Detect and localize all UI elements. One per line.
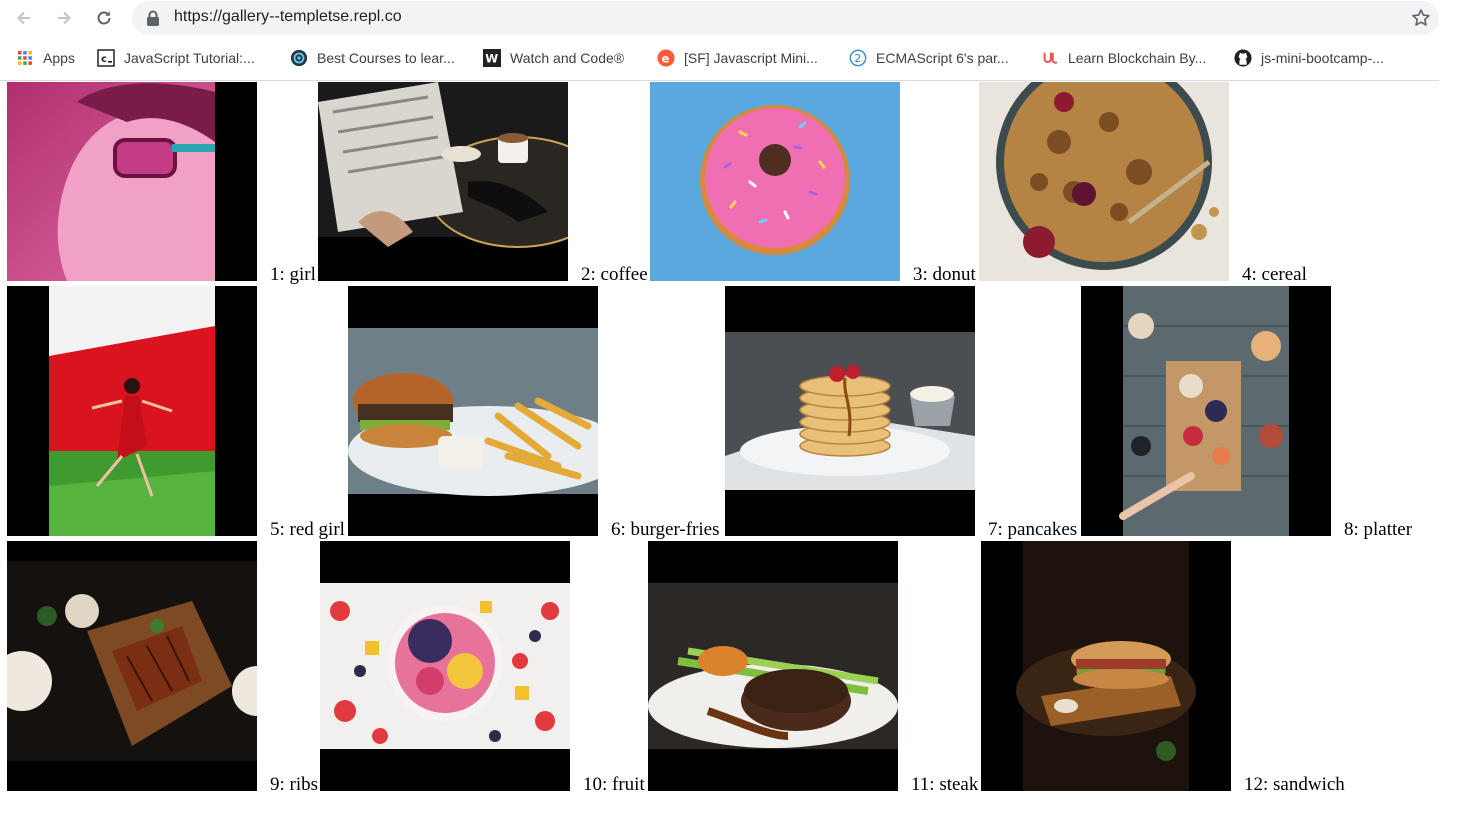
bookmark-label: [SF] Javascript Mini... bbox=[684, 50, 818, 66]
bookmarks-bar: Apps c JavaScript Tutorial:... Best Cour… bbox=[0, 44, 1440, 72]
bookmark-js-mini-bootcamp[interactable]: js-mini-bootcamp-... bbox=[1234, 44, 1384, 72]
image-gallery: 1: girl 2: coffee 3: donut 4: cereal 5: … bbox=[0, 82, 1464, 812]
reload-icon bbox=[97, 11, 111, 25]
gallery-caption: 4: cereal bbox=[1242, 264, 1307, 285]
bookmark-watch-and-code[interactable]: W Watch and Code® bbox=[483, 44, 624, 72]
svg-text:e: e bbox=[662, 52, 670, 66]
toolbar-divider bbox=[0, 80, 1439, 81]
url-text: https://gallery--templetse.repl.co bbox=[174, 8, 402, 25]
gallery-image-sandwich[interactable] bbox=[981, 541, 1231, 791]
gallery-caption: 1: girl bbox=[270, 264, 316, 285]
gallery-caption: 9: ribs bbox=[270, 774, 319, 795]
gallery-image-steak[interactable] bbox=[648, 541, 898, 791]
bookmark-javascript-tutorial[interactable]: c JavaScript Tutorial:... bbox=[97, 44, 255, 72]
address-bar[interactable]: https://gallery--templetse.repl.co bbox=[132, 1, 1439, 35]
apps-grid-icon bbox=[16, 49, 34, 67]
reload-button[interactable] bbox=[92, 6, 116, 30]
gallery-caption: 12: sandwich bbox=[1244, 774, 1345, 795]
bookmark-star-button[interactable] bbox=[1409, 6, 1433, 30]
gallery-image-fruit[interactable] bbox=[320, 541, 570, 791]
arrow-right-icon bbox=[58, 11, 71, 25]
gallery-image-burger-fries[interactable] bbox=[348, 286, 598, 536]
github-icon bbox=[1234, 49, 1252, 67]
gallery-image-platter[interactable] bbox=[1081, 286, 1331, 536]
lock-icon bbox=[147, 10, 159, 26]
bookmark-ecmascript[interactable]: 2 ECMAScript 6's par... bbox=[849, 44, 1009, 72]
bookmark-label: Apps bbox=[43, 50, 75, 66]
gallery-caption: 10: fruit bbox=[583, 774, 645, 795]
bookmark-best-courses[interactable]: Best Courses to lear... bbox=[290, 44, 455, 72]
codecademy-icon: c bbox=[97, 49, 115, 67]
bookmark-label: ECMAScript 6's par... bbox=[876, 50, 1009, 66]
gallery-image-ribs[interactable] bbox=[7, 541, 257, 791]
svg-text:c: c bbox=[101, 54, 107, 65]
arrow-left-icon bbox=[17, 11, 30, 25]
star-icon bbox=[1412, 9, 1430, 26]
back-button[interactable] bbox=[12, 6, 36, 30]
circled-two-icon: 2 bbox=[849, 49, 867, 67]
svg-text:W: W bbox=[485, 52, 498, 66]
course-logo-icon bbox=[290, 49, 308, 67]
gallery-image-cereal[interactable] bbox=[979, 82, 1229, 281]
e-logo-icon: e bbox=[657, 49, 675, 67]
gallery-image-red-girl[interactable] bbox=[7, 286, 257, 536]
bookmark-sf-javascript[interactable]: e [SF] Javascript Mini... bbox=[657, 44, 818, 72]
gallery-caption: 11: steak bbox=[911, 774, 979, 795]
svg-text:2: 2 bbox=[854, 52, 861, 65]
bookmark-label: Learn Blockchain By... bbox=[1068, 50, 1207, 66]
forward-button[interactable] bbox=[52, 6, 76, 30]
gallery-image-donut[interactable] bbox=[650, 82, 900, 281]
gallery-caption: 8: platter bbox=[1344, 519, 1413, 540]
bookmark-label: Best Courses to lear... bbox=[317, 50, 455, 66]
bookmark-apps[interactable]: Apps bbox=[16, 44, 75, 72]
browser-toolbar: https://gallery--templetse.repl.co bbox=[0, 0, 1464, 36]
bookmark-label: js-mini-bootcamp-... bbox=[1261, 50, 1384, 66]
gallery-caption: 5: red girl bbox=[270, 519, 345, 540]
w-logo-icon: W bbox=[483, 49, 501, 67]
gallery-image-girl[interactable] bbox=[7, 82, 257, 281]
gallery-caption: 2: coffee bbox=[581, 264, 648, 285]
u-logo-icon bbox=[1041, 49, 1059, 67]
gallery-caption: 3: donut bbox=[913, 264, 976, 285]
gallery-image-pancakes[interactable] bbox=[725, 286, 975, 536]
gallery-caption: 6: burger-fries bbox=[611, 519, 720, 540]
bookmark-label: JavaScript Tutorial:... bbox=[124, 50, 255, 66]
bookmark-label: Watch and Code® bbox=[510, 50, 625, 66]
gallery-image-coffee[interactable] bbox=[318, 82, 568, 281]
gallery-caption: 7: pancakes bbox=[988, 519, 1078, 540]
bookmark-learn-blockchain[interactable]: Learn Blockchain By... bbox=[1041, 44, 1206, 72]
